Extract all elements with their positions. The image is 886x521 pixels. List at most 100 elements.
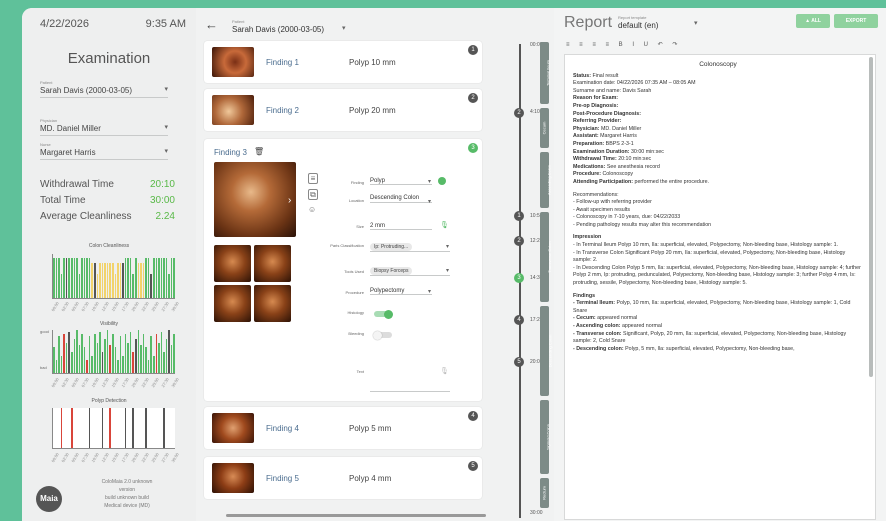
timeline-marker[interactable]: 4: [514, 315, 524, 325]
text-input[interactable]: [370, 391, 450, 392]
polyp-detection-mark: [132, 408, 134, 448]
impression-title: Impression: [573, 234, 602, 241]
cleanliness-bar: [99, 262, 101, 298]
text-label: Text: [356, 369, 364, 374]
microphone-icon[interactable]: 🎙: [440, 367, 449, 375]
segment-sigmoid-colon[interactable]: Sigmoid Colon: [540, 400, 550, 474]
x-tick-label: 07:30: [80, 300, 90, 313]
physician-select[interactable]: Physician MD. Daniel Miller ▾: [40, 118, 168, 136]
vertical-scrollbar[interactable]: [869, 57, 873, 377]
cleanliness-bar: [70, 258, 73, 298]
cleanliness-bar: [173, 258, 175, 298]
report-line: Post-Procedure Diagnosis:: [573, 111, 863, 119]
timeline-marker[interactable]: 2: [514, 108, 524, 118]
paris-chip: Ip: Protruding...: [370, 243, 413, 251]
tools-used-select[interactable]: Biopsy Forceps: [370, 267, 450, 276]
visibility-chart: [52, 330, 175, 374]
visibility-bar: [96, 342, 99, 373]
x-tick-label: 17:30: [120, 376, 130, 389]
segment-transverse-colon[interactable]: Transverse Colon: [540, 212, 552, 302]
nurse-select[interactable]: Nurse Margaret Harris ▾: [40, 142, 168, 160]
finding-type-select[interactable]: Polyp: [370, 178, 432, 185]
all-button[interactable]: ▲ ALL: [796, 14, 830, 28]
visibility-bar: [165, 338, 168, 373]
finding-image-thumbnail[interactable]: [254, 285, 291, 322]
editor-toolbar[interactable]: ≡ ≡ ≡ ≡ B I U ↶ ↷: [566, 41, 681, 48]
finding-card-1[interactable]: Finding 1 Polyp 10 mm 1: [204, 41, 482, 83]
cleanliness-bar: [145, 258, 147, 298]
report-line-key: Withdrawal Time:: [573, 156, 619, 163]
trash-icon[interactable]: 🗑: [254, 147, 264, 156]
report-content[interactable]: Colonoscopy Status: Final result Examinat…: [573, 61, 863, 353]
x-tick-label: 05:00: [70, 451, 80, 464]
finding-description: Polyp 20 mm: [349, 106, 396, 115]
chevron-down-icon[interactable]: ▾: [428, 288, 431, 295]
visibility-bar: [173, 334, 175, 373]
finding-image-thumbnail[interactable]: [254, 245, 291, 282]
segment-ascending-colon[interactable]: Ascending Colon: [540, 152, 552, 208]
procedure-label: Procedure: [345, 290, 364, 295]
x-tick-label: 00:00: [50, 300, 60, 313]
finding-card-3-expanded[interactable]: Finding 3 🗑 3 › ≡ ⧉ ☺ Finding Polyp ▾ Lo…: [204, 139, 482, 401]
mask-icon[interactable]: ☺: [308, 205, 316, 214]
location-label: Location: [348, 198, 364, 203]
finding-main-image[interactable]: [214, 162, 296, 237]
timeline-marker-active[interactable]: 3: [514, 273, 524, 283]
chevron-down-icon[interactable]: ▾: [694, 19, 698, 27]
chevron-down-icon[interactable]: ▾: [428, 178, 431, 185]
chevron-down-icon[interactable]: ▾: [446, 267, 449, 274]
export-button[interactable]: EXPORT: [834, 14, 878, 28]
chevron-down-icon: ▾: [164, 124, 168, 131]
status-dot-icon: [438, 177, 446, 185]
timeline-marker[interactable]: 1: [514, 211, 524, 221]
patient-select[interactable]: Patient Sarah Davis (2000-03-05) ▾: [40, 80, 168, 98]
report-line-key: - Cecum:: [573, 315, 598, 322]
report-document[interactable]: Colonoscopy Status: Final result Examinat…: [564, 54, 876, 520]
location-select[interactable]: Descending Colon: [370, 194, 432, 203]
horizontal-scrollbar[interactable]: [226, 514, 486, 517]
report-line: Pre-op Diagnosis:: [573, 103, 863, 111]
finding-image-thumbnail[interactable]: [214, 285, 251, 322]
segment-cecum[interactable]: Cecum: [540, 108, 549, 148]
procedure-select[interactable]: Polypectomy: [370, 288, 432, 295]
segment-descending-colon[interactable]: Descending Colon: [540, 306, 552, 396]
chevron-down-icon[interactable]: ▾: [428, 198, 431, 205]
report-line: - In Descending Colon Polyp 5 mm, Ila: s…: [573, 264, 861, 287]
finding-image-thumbnail[interactable]: [214, 245, 251, 282]
finding-card-2[interactable]: Finding 2 Polyp 20 mm 2: [204, 89, 482, 131]
visibility-bar: [152, 355, 155, 373]
chevron-right-icon[interactable]: ›: [288, 195, 291, 206]
x-tick-label: 27:30: [160, 451, 170, 464]
bleeding-toggle[interactable]: [373, 330, 392, 340]
paris-classification-select[interactable]: Ip: Protruding...: [370, 243, 450, 252]
finding-card-5[interactable]: Finding 5 Polyp 4 mm 5: [204, 457, 482, 499]
visibility-bar: [119, 336, 122, 373]
histology-toggle[interactable]: [374, 309, 393, 319]
visibility-bar: [140, 345, 142, 373]
timeline-marker[interactable]: 5: [514, 357, 524, 367]
microphone-icon[interactable]: 🎙: [440, 221, 449, 229]
chevron-down-icon[interactable]: ▾: [342, 24, 346, 32]
visibility-bar: [137, 330, 140, 373]
back-arrow-icon[interactable]: ←: [205, 17, 218, 32]
finding-card-4[interactable]: Finding 4 Polyp 5 mm 4: [204, 407, 482, 449]
cleanliness-bar: [124, 258, 127, 298]
polyp-detection-mark: [145, 408, 147, 448]
visibility-bar: [129, 332, 132, 373]
report-line-value: appeared normal: [597, 315, 638, 322]
report-line: Status: Final result: [573, 73, 863, 81]
cleanliness-bar: [101, 262, 104, 298]
chevron-down-icon: ▾: [164, 148, 168, 155]
chevron-down-icon[interactable]: ▾: [446, 243, 449, 250]
segment-terminal-ileum[interactable]: Terminal Ileum: [540, 42, 550, 104]
report-line-key: Pre-op Diagnosis:: [573, 102, 619, 109]
template-select[interactable]: default (en): [618, 21, 658, 30]
patient-select[interactable]: Sarah Davis (2000-03-05): [232, 25, 324, 34]
timeline-marker[interactable]: 2: [514, 236, 524, 246]
visibility-bar: [127, 342, 129, 373]
segment-rectum[interactable]: Rectum: [540, 478, 549, 508]
size-input[interactable]: 2 mm: [370, 223, 432, 230]
examination-panel: 4/22/2026 9:35 AM Examination Patient Sa…: [22, 8, 197, 521]
report-line: Assistant: Margaret Harris: [573, 133, 863, 141]
visibility-bar: [111, 334, 114, 373]
